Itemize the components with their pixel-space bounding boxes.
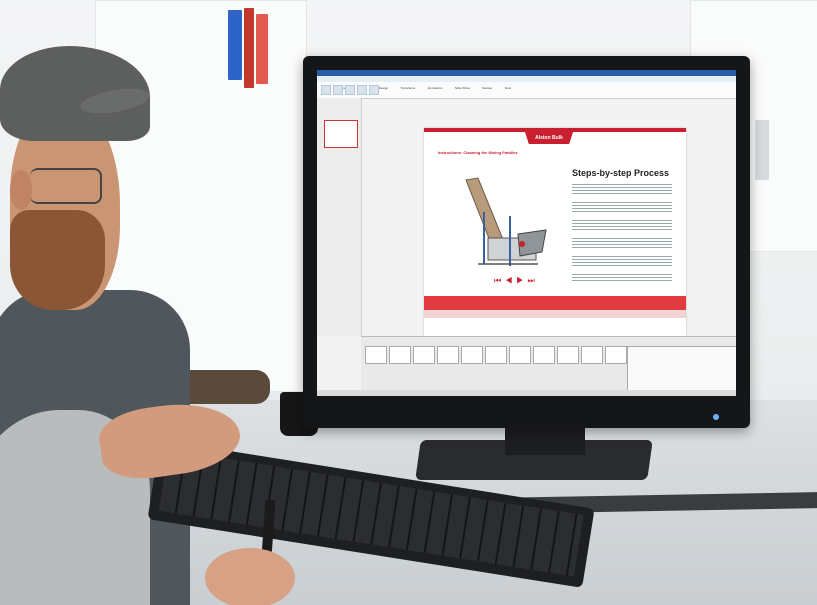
timeline-frame[interactable] xyxy=(557,346,579,364)
shelf-book xyxy=(256,14,268,84)
person-hand-lower xyxy=(205,548,295,605)
ribbon-tab[interactable]: View xyxy=(501,85,515,91)
ribbon: File Home Insert Design Transitions Anim… xyxy=(317,76,736,99)
slide-canvas[interactable]: Alston Bulk Instructions: Cleaning the M… xyxy=(424,128,686,336)
conveyor-machine-illustration xyxy=(465,177,547,266)
monitor: File Home Insert Design Transitions Anim… xyxy=(303,56,750,428)
monitor-screen: File Home Insert Design Transitions Anim… xyxy=(317,70,736,396)
ribbon-tab[interactable]: Review xyxy=(478,85,496,91)
step-paragraph xyxy=(572,256,672,268)
ribbon-tab[interactable]: Animations xyxy=(424,85,447,91)
timeline-frame[interactable] xyxy=(581,346,603,364)
ribbon-button[interactable] xyxy=(369,85,379,95)
slide-footer-bar xyxy=(424,296,686,310)
timeline-frame[interactable] xyxy=(365,346,387,364)
slide-thumbnail[interactable] xyxy=(324,120,358,148)
timeline-frame[interactable] xyxy=(389,346,411,364)
power-led-icon xyxy=(713,414,719,420)
shelf-book xyxy=(244,8,254,88)
brand-logo: Alston Bulk xyxy=(525,132,573,144)
timeline-frame[interactable] xyxy=(533,346,555,364)
slides-panel xyxy=(317,98,362,336)
timeline-frame[interactable] xyxy=(461,346,483,364)
properties-window[interactable] xyxy=(627,346,736,396)
timeline-frame[interactable] xyxy=(605,346,627,364)
ribbon-tab[interactable]: Transitions xyxy=(397,85,420,91)
step-paragraph xyxy=(572,238,672,250)
office-photo: File Home Insert Design Transitions Anim… xyxy=(0,0,817,605)
step-paragraph xyxy=(572,220,672,232)
slide-title: Instructions: Cleaning the Mixing Paddle… xyxy=(438,150,518,155)
step-paragraph xyxy=(572,202,672,214)
step-paragraph xyxy=(572,274,672,282)
slide-footer-strip xyxy=(424,310,686,318)
shelf-book xyxy=(228,10,242,80)
slide-nav-arrows[interactable]: ⏮◀▶⏭ xyxy=(494,276,539,286)
person-beard xyxy=(10,210,105,310)
slide-header-bar xyxy=(424,128,686,132)
shelf-book xyxy=(755,120,769,180)
step-paragraph xyxy=(572,184,672,196)
ribbon-button[interactable] xyxy=(321,85,331,95)
timeline-frame[interactable] xyxy=(485,346,507,364)
status-bar xyxy=(317,390,736,396)
timeline-frame[interactable] xyxy=(509,346,531,364)
person-ear xyxy=(10,170,32,210)
timeline-frame[interactable] xyxy=(413,346,435,364)
ribbon-button[interactable] xyxy=(345,85,355,95)
steps-heading: Steps-by-step Process xyxy=(572,168,670,178)
timeline-frame[interactable] xyxy=(437,346,459,364)
ribbon-button[interactable] xyxy=(333,85,343,95)
ribbon-button[interactable] xyxy=(357,85,367,95)
ribbon-tabs: File Home Insert Design Transitions Anim… xyxy=(317,76,736,90)
monitor-stand-neck xyxy=(505,425,585,455)
ribbon-tab[interactable]: Slide Show xyxy=(451,85,474,91)
eyeglasses xyxy=(30,168,102,204)
